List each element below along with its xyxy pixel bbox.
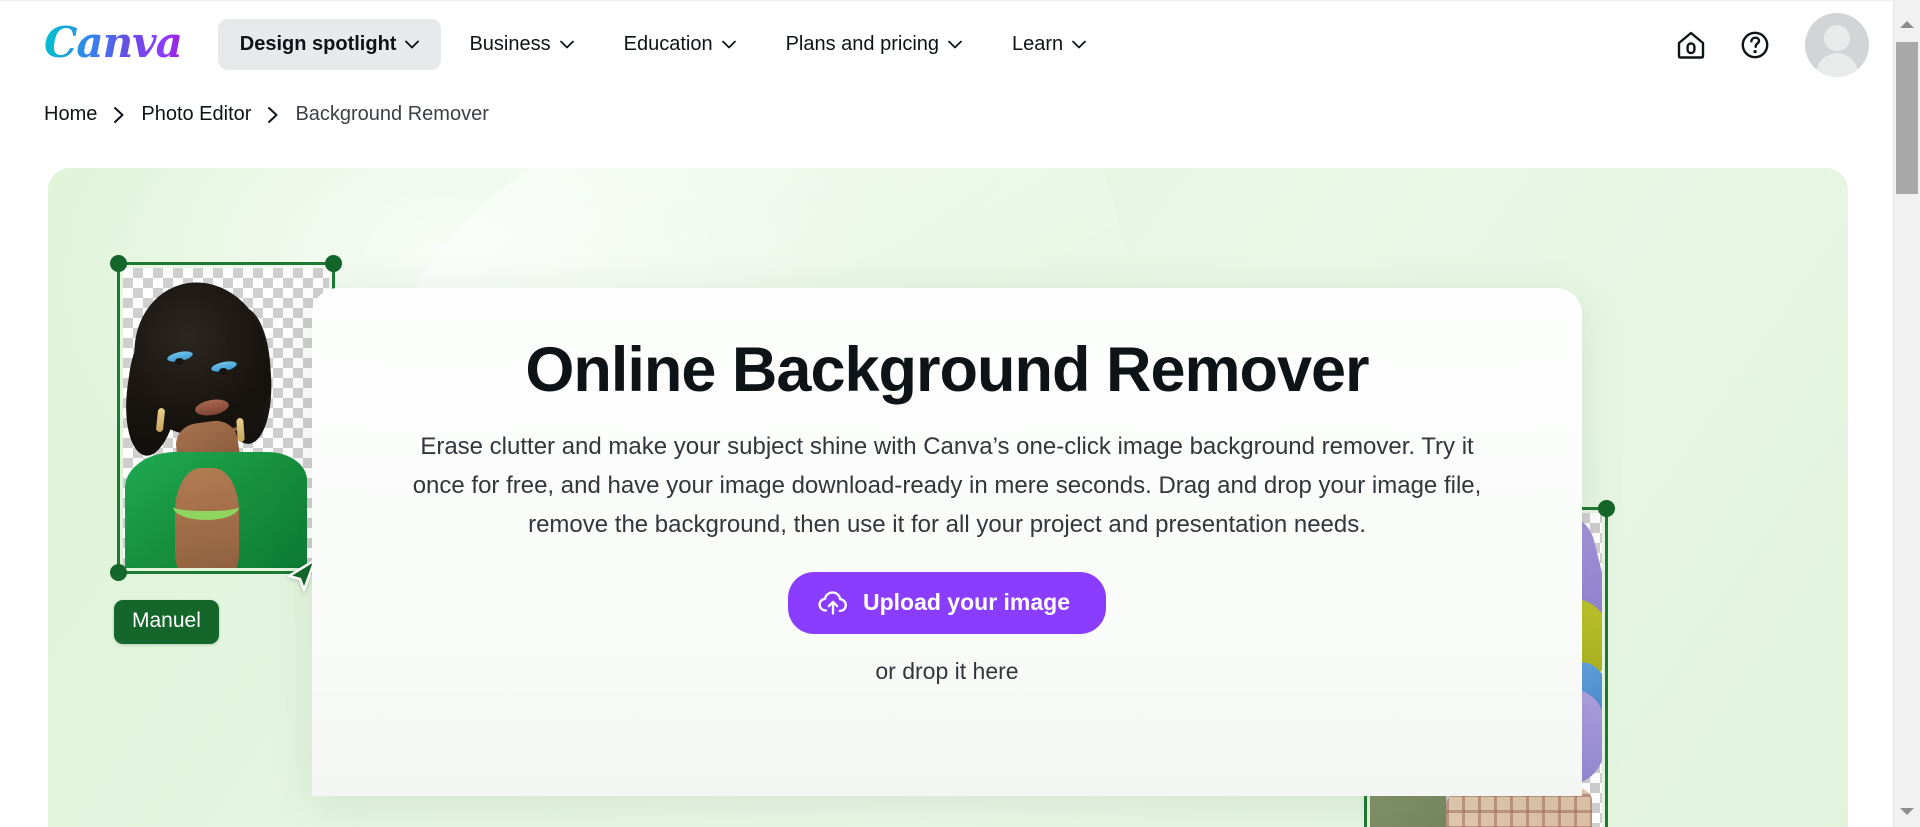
chevron-down-icon <box>948 40 962 49</box>
avatar-body <box>1816 53 1858 77</box>
nav-label: Education <box>623 33 713 55</box>
help-question-icon[interactable] <box>1731 21 1779 69</box>
chevron-right-icon <box>113 106 125 124</box>
collaborator-name-tag-manuel: Manuel <box>114 600 219 644</box>
scroll-down-arrow[interactable] <box>1894 801 1920 821</box>
chevron-down-icon <box>559 40 574 49</box>
hero-description: Erase clutter and make your subject shin… <box>412 433 1482 539</box>
scroll-up-arrow[interactable] <box>1894 14 1920 34</box>
chevron-down-icon <box>721 40 736 49</box>
nav-label: Business <box>469 33 551 55</box>
scroll-thumb[interactable] <box>1896 42 1918 194</box>
nav-label: Learn <box>1012 33 1064 55</box>
canva-logo[interactable]: Canva <box>44 18 183 71</box>
cloud-upload-icon <box>818 590 848 616</box>
transparency-checkerboard <box>123 268 329 568</box>
page-viewport: Canva Design spotlight Business Educatio… <box>0 0 1893 827</box>
nav-item-learn[interactable]: Learn <box>990 19 1108 70</box>
breadcrumb-item-background-remover: Background Remover <box>295 103 489 125</box>
breadcrumb-item-photo-editor[interactable]: Photo Editor <box>141 103 251 126</box>
page-title: Online Background Remover <box>525 335 1369 405</box>
avatar-head <box>1824 25 1850 51</box>
chevron-down-icon <box>1072 40 1087 49</box>
portrait-woman-green-blazer-cutout <box>123 272 329 568</box>
nav-item-business[interactable]: Business <box>447 19 595 70</box>
browser-page: Canva Design spotlight Business Educatio… <box>0 0 1920 827</box>
breadcrumb-item-home[interactable]: Home <box>44 103 97 126</box>
upload-button-label: Upload your image <box>862 589 1071 616</box>
avatar[interactable] <box>1805 13 1869 77</box>
upload-your-image-button[interactable]: Upload your image <box>787 572 1107 635</box>
home-icon[interactable] <box>1667 21 1715 69</box>
nav-item-plans-and-pricing[interactable]: Plans and pricing <box>764 19 984 70</box>
collaborator-image-manuel[interactable] <box>110 255 342 581</box>
primary-nav: Design spotlight Business Education Plan… <box>217 19 1108 70</box>
chevron-right-icon <box>267 106 279 124</box>
chevron-down-icon <box>405 40 420 49</box>
nav-label: Plans and pricing <box>785 33 940 55</box>
hero-section: Manuel Online Background Remover Erase c… <box>48 168 1848 827</box>
nav-label: Design spotlight <box>239 33 397 55</box>
vertical-scrollbar[interactable] <box>1893 0 1920 827</box>
drop-hint-text: or drop it here <box>875 658 1019 685</box>
top-nav-actions <box>1667 1 1869 89</box>
nav-item-design-spotlight[interactable]: Design spotlight <box>217 19 442 70</box>
breadcrumb: Home Photo Editor Background Remover <box>44 103 489 126</box>
top-navigation-bar: Canva Design spotlight Business Educatio… <box>0 0 1893 88</box>
nav-item-education[interactable]: Education <box>602 19 758 70</box>
hero-content-card: Online Background Remover Erase clutter … <box>312 288 1582 796</box>
